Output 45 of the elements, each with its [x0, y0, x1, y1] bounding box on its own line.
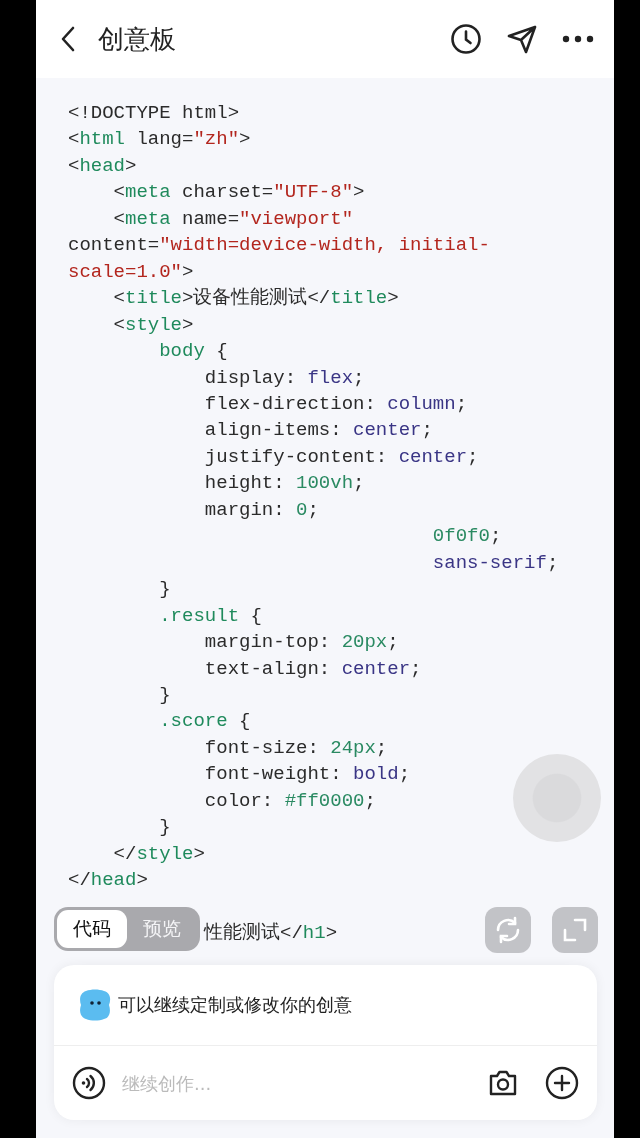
code-line: margin: 0;: [203, 497, 319, 523]
code-line: <!DOCTYPE html>: [68, 101, 240, 126]
code-line: font-size: 24px;: [203, 735, 388, 761]
history-icon[interactable]: [450, 23, 482, 55]
code-line: </head>: [68, 868, 148, 894]
code-line: sans-serif;: [431, 550, 559, 576]
code-line: <meta name="viewport": [112, 206, 354, 232]
expand-icon: [561, 916, 589, 944]
code-line: 0f0f0;: [431, 524, 502, 550]
code-line: <title>设备性能测试</title>: [112, 286, 399, 312]
assistant-message: 可以继续定制或修改你的创意: [118, 993, 352, 1017]
code-line: }: [158, 682, 171, 708]
back-icon[interactable]: [60, 26, 76, 52]
code-line: }: [158, 577, 171, 603]
voice-icon[interactable]: [72, 1066, 106, 1100]
code-line: .result {: [158, 603, 262, 629]
code-line: height: 100vh;: [203, 471, 365, 497]
code-line: color: #ff0000;: [203, 788, 376, 814]
code-line: .score {: [158, 709, 251, 735]
code-line: text-align: center;: [203, 656, 422, 682]
code-line: <head>: [68, 153, 137, 179]
refresh-icon: [494, 916, 522, 944]
code-line: <style>: [112, 312, 194, 338]
view-tab[interactable]: 代码: [57, 910, 127, 948]
more-icon[interactable]: [562, 35, 594, 43]
code-line: font-weight: bold;: [203, 762, 411, 788]
mascot-icon: [78, 988, 112, 1022]
code-line: display: flex;: [203, 365, 365, 391]
code-line: </style>: [112, 841, 205, 867]
code-line: justify-content: center;: [203, 444, 479, 470]
camera-icon[interactable]: [487, 1068, 519, 1098]
code-line: margin-top: 20px;: [203, 630, 399, 656]
input-field[interactable]: 继续创作...: [120, 1071, 473, 1095]
code-line: <html lang="zh">: [68, 127, 251, 153]
code-line: <meta charset="UTF-8">: [112, 180, 365, 206]
code-line: content="width=device-width, initial-: [68, 233, 490, 259]
code-line: scale=1.0">: [68, 259, 194, 285]
code-line: 性能测试</h1>: [204, 921, 338, 947]
code-line: align-items: center;: [203, 418, 433, 444]
send-icon[interactable]: [506, 23, 538, 55]
code-line: }: [158, 815, 171, 841]
page-title: 创意板: [98, 22, 176, 56]
add-icon[interactable]: [545, 1066, 579, 1100]
code-line: body {: [158, 339, 228, 365]
code-line: flex-direction: column;: [203, 392, 468, 417]
